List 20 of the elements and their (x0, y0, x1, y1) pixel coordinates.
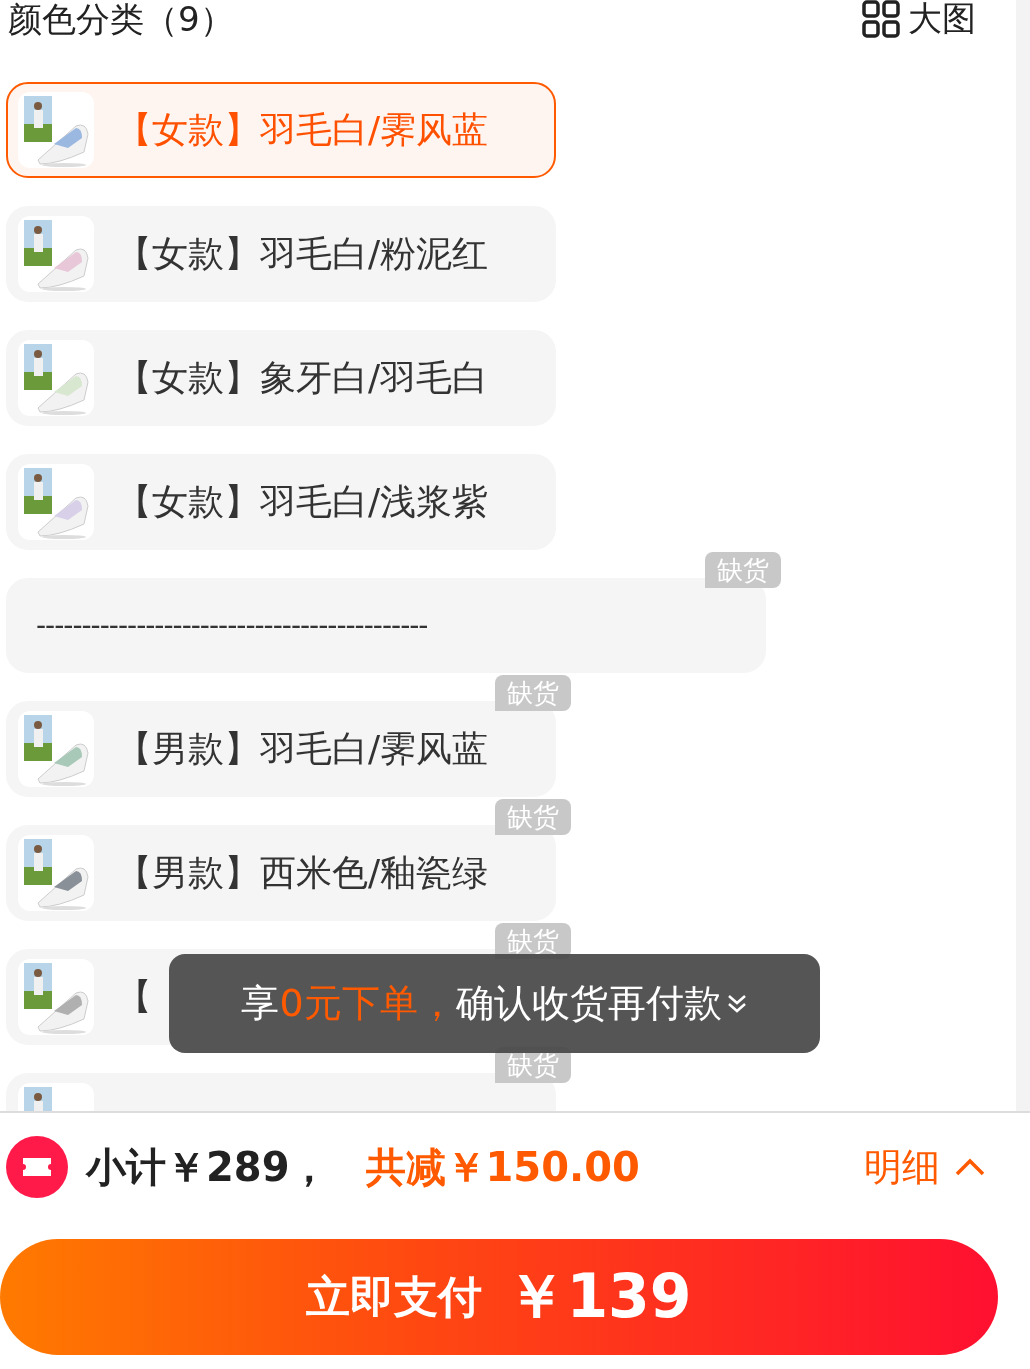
coupon-icon (6, 1136, 68, 1198)
chevron-up-icon (954, 1157, 986, 1177)
grid-icon (862, 0, 900, 38)
option-label: ------------------------------------------- (35, 609, 428, 642)
option-label: 【男款】羽毛白/霁风蓝 (116, 726, 489, 771)
option-label: 【女款】羽毛白/浅浆紫 (116, 479, 489, 524)
color-option[interactable]: 【女款】象牙白/羽毛白 (6, 330, 556, 426)
color-option[interactable]: 【女款】羽毛白/粉泥红 (6, 206, 556, 302)
section-title: 颜色分类（9） (8, 0, 234, 38)
option-label: 【女款】羽毛白/霁风蓝 (116, 107, 489, 152)
option-label: 【女款】象牙白/羽毛白 (116, 355, 489, 400)
option-label: 【 (116, 974, 152, 1019)
option-label: 【男款】西米色/釉瓷绿 (116, 850, 489, 895)
large-view-toggle[interactable]: 大图 (862, 0, 976, 42)
subtotal-text: 小计￥289， (86, 1142, 330, 1192)
color-option[interactable]: 【女款】羽毛白/浅浆紫 (6, 454, 556, 550)
option-label: 【女款】羽毛白/粉泥红 (116, 231, 489, 276)
discount-text: 共减￥150.00 (365, 1142, 640, 1192)
pay-button[interactable]: 立即支付 ￥139 (0, 1239, 998, 1355)
toast-text: 享0元下单，确认收货再付款 (241, 980, 722, 1027)
